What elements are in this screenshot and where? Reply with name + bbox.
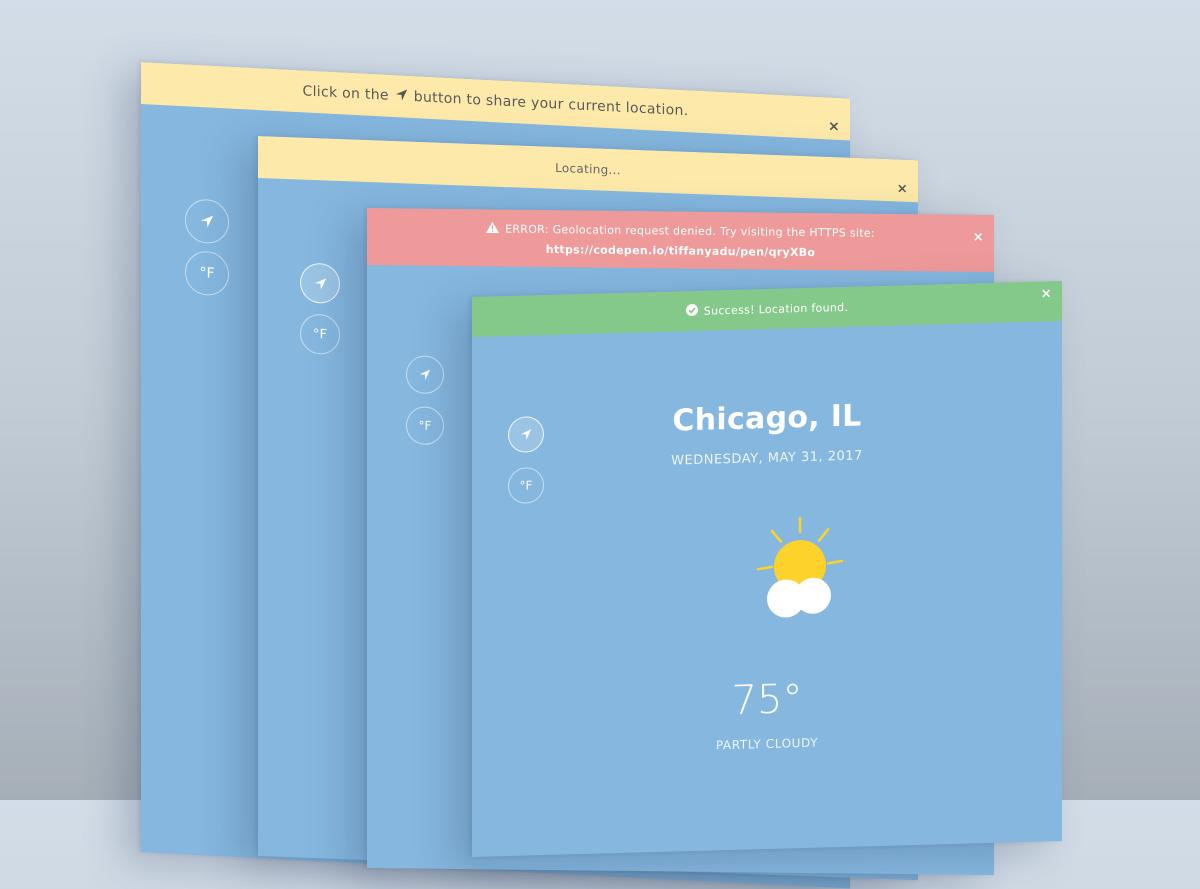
unit-label: °F: [313, 326, 327, 343]
location-button[interactable]: [300, 262, 340, 305]
close-button[interactable]: ×: [973, 230, 984, 245]
unit-toggle-button[interactable]: °F: [185, 250, 229, 297]
unit-label: °F: [519, 478, 533, 493]
mockup-scene: Click on the button to share your curren…: [0, 0, 1200, 889]
unit-toggle-button[interactable]: °F: [300, 313, 340, 356]
banner-text-before: Click on the: [302, 83, 389, 104]
partly-cloudy-icon: [750, 509, 850, 636]
temperature: 75°: [731, 676, 803, 724]
banner-text-after: button to share your current location.: [413, 89, 689, 120]
weather-condition: PARTLY CLOUDY: [715, 735, 819, 753]
weather-app-window-success: Success! Location found. × °F Chicago, I…: [472, 281, 1062, 858]
close-button[interactable]: ×: [1041, 286, 1052, 301]
location-arrow-icon: [395, 88, 408, 106]
unit-label: °F: [418, 418, 432, 433]
location-arrow-icon: [200, 214, 214, 229]
https-link[interactable]: https://codepen.io/tiffanyadu/pen/qryXBo: [546, 243, 816, 259]
warning-icon: [486, 221, 500, 236]
city-name: Chicago, IL: [672, 398, 862, 439]
info-banner: Click on the button to share your curren…: [141, 62, 850, 141]
unit-toggle-button[interactable]: °F: [406, 406, 444, 445]
close-button[interactable]: ×: [897, 181, 908, 196]
close-button[interactable]: ×: [828, 118, 840, 135]
unit-label: °F: [199, 265, 215, 282]
success-text: Success! Location found.: [703, 300, 849, 318]
error-banner: ERROR: Geolocation request denied. Try v…: [367, 208, 994, 273]
current-date: WEDNESDAY, MAY 31, 2017: [671, 448, 863, 469]
location-arrow-icon: [314, 277, 327, 290]
banner-text: Locating...: [555, 160, 621, 178]
location-button[interactable]: [185, 198, 229, 245]
error-text: ERROR: Geolocation request denied. Try v…: [505, 222, 875, 240]
check-circle-icon: [685, 303, 698, 318]
location-arrow-icon: [419, 369, 431, 381]
location-button[interactable]: [406, 355, 444, 394]
